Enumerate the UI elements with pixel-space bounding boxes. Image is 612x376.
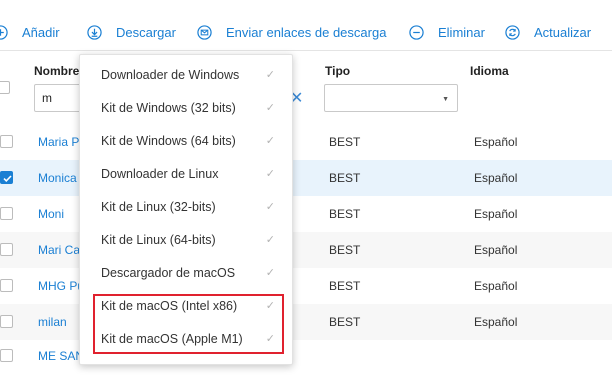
row-language: Español: [474, 135, 518, 149]
download-button[interactable]: Descargar: [87, 17, 176, 47]
row-checkbox[interactable]: [0, 315, 13, 328]
menu-item-label: Downloader de Linux: [101, 166, 219, 181]
menu-item-windows-downloader[interactable]: Downloader de Windows ✓: [80, 58, 292, 91]
row-checkbox[interactable]: [0, 349, 13, 362]
menu-item-linux-kit-64[interactable]: Kit de Linux (64-bits) ✓: [80, 223, 292, 256]
menu-item-windows-kit-64[interactable]: Kit de Windows (64 bits) ✓: [80, 124, 292, 157]
menu-item-label: Downloader de Windows: [101, 67, 240, 82]
row-language: Español: [474, 315, 518, 329]
check-icon: ✓: [265, 234, 275, 246]
row-name-link[interactable]: Mari Ca: [38, 243, 80, 257]
refresh-icon: [505, 24, 520, 40]
row-name-link[interactable]: milan: [38, 315, 67, 329]
row-name-link[interactable]: Moni: [38, 207, 64, 221]
menu-item-label: Kit de Windows (32 bits): [101, 100, 236, 115]
menu-item-label: Kit de Linux (32-bits): [101, 199, 216, 214]
menu-item-windows-kit-32[interactable]: Kit de Windows (32 bits) ✓: [80, 91, 292, 124]
add-button[interactable]: Añadir: [0, 17, 60, 47]
row-language: Español: [474, 171, 518, 185]
row-checkbox[interactable]: [0, 135, 13, 148]
minus-circle-icon: [409, 24, 424, 40]
delete-button-label: Eliminar: [438, 24, 485, 40]
refresh-button-label: Actualizar: [534, 24, 592, 40]
send-links-button[interactable]: Enviar enlaces de descarga: [197, 17, 386, 47]
row-name-link[interactable]: Maria P: [38, 135, 79, 149]
check-icon: ✓: [265, 69, 275, 81]
chevron-down-icon: ▼: [442, 96, 449, 103]
checkmark-icon: [3, 175, 12, 183]
row-checkbox[interactable]: [0, 279, 13, 292]
row-language: Español: [474, 279, 518, 293]
row-language: Español: [474, 207, 518, 221]
menu-item-label: Kit de Linux (64-bits): [101, 232, 216, 247]
row-type: BEST: [329, 171, 361, 185]
menu-item-linux-kit-32[interactable]: Kit de Linux (32-bits) ✓: [80, 190, 292, 223]
check-icon: ✓: [265, 201, 275, 213]
row-type: BEST: [329, 279, 361, 293]
row-type: BEST: [329, 207, 361, 221]
send-links-button-label: Enviar enlaces de descarga: [226, 24, 387, 40]
row-name-link[interactable]: MHG Pu: [38, 279, 84, 293]
row-language: Español: [474, 243, 518, 257]
select-all-checkbox[interactable]: [0, 81, 10, 94]
check-icon: ✓: [265, 267, 275, 279]
toolbar: Añadir Descargar Enviar enlaces de desca…: [0, 0, 612, 50]
column-header-type[interactable]: Tipo: [325, 64, 350, 78]
plus-circle-icon: [0, 24, 8, 40]
row-name-link[interactable]: ME SAN: [38, 349, 84, 363]
menu-item-linux-downloader[interactable]: Downloader de Linux ✓: [80, 157, 292, 190]
download-circle-icon: [87, 24, 102, 40]
menu-item-label: Descargador de macOS: [101, 265, 236, 280]
column-header-language[interactable]: Idioma: [470, 64, 509, 78]
download-button-label: Descargar: [116, 24, 176, 40]
add-button-label: Añadir: [22, 24, 60, 40]
row-checkbox[interactable]: [0, 243, 13, 256]
row-name-link[interactable]: Monica: [38, 171, 77, 185]
menu-item-label: Kit de Windows (64 bits): [101, 133, 236, 148]
menu-item-macos-downloader[interactable]: Descargador de macOS ✓: [80, 256, 292, 289]
row-checkbox[interactable]: [0, 207, 13, 220]
check-icon: ✓: [265, 168, 275, 180]
refresh-button[interactable]: Actualizar: [505, 17, 591, 47]
check-icon: ✓: [265, 135, 275, 147]
row-checkbox[interactable]: [0, 171, 13, 184]
delete-button[interactable]: Eliminar: [409, 17, 485, 47]
column-header-name[interactable]: Nombre: [34, 64, 79, 78]
row-type: BEST: [329, 315, 361, 329]
type-filter-select[interactable]: ▼: [324, 84, 458, 112]
check-icon: ✓: [265, 102, 275, 114]
envelope-circle-icon: [197, 24, 212, 40]
row-type: BEST: [329, 135, 361, 149]
row-type: BEST: [329, 243, 361, 257]
macos-kits-highlight: [93, 294, 284, 354]
